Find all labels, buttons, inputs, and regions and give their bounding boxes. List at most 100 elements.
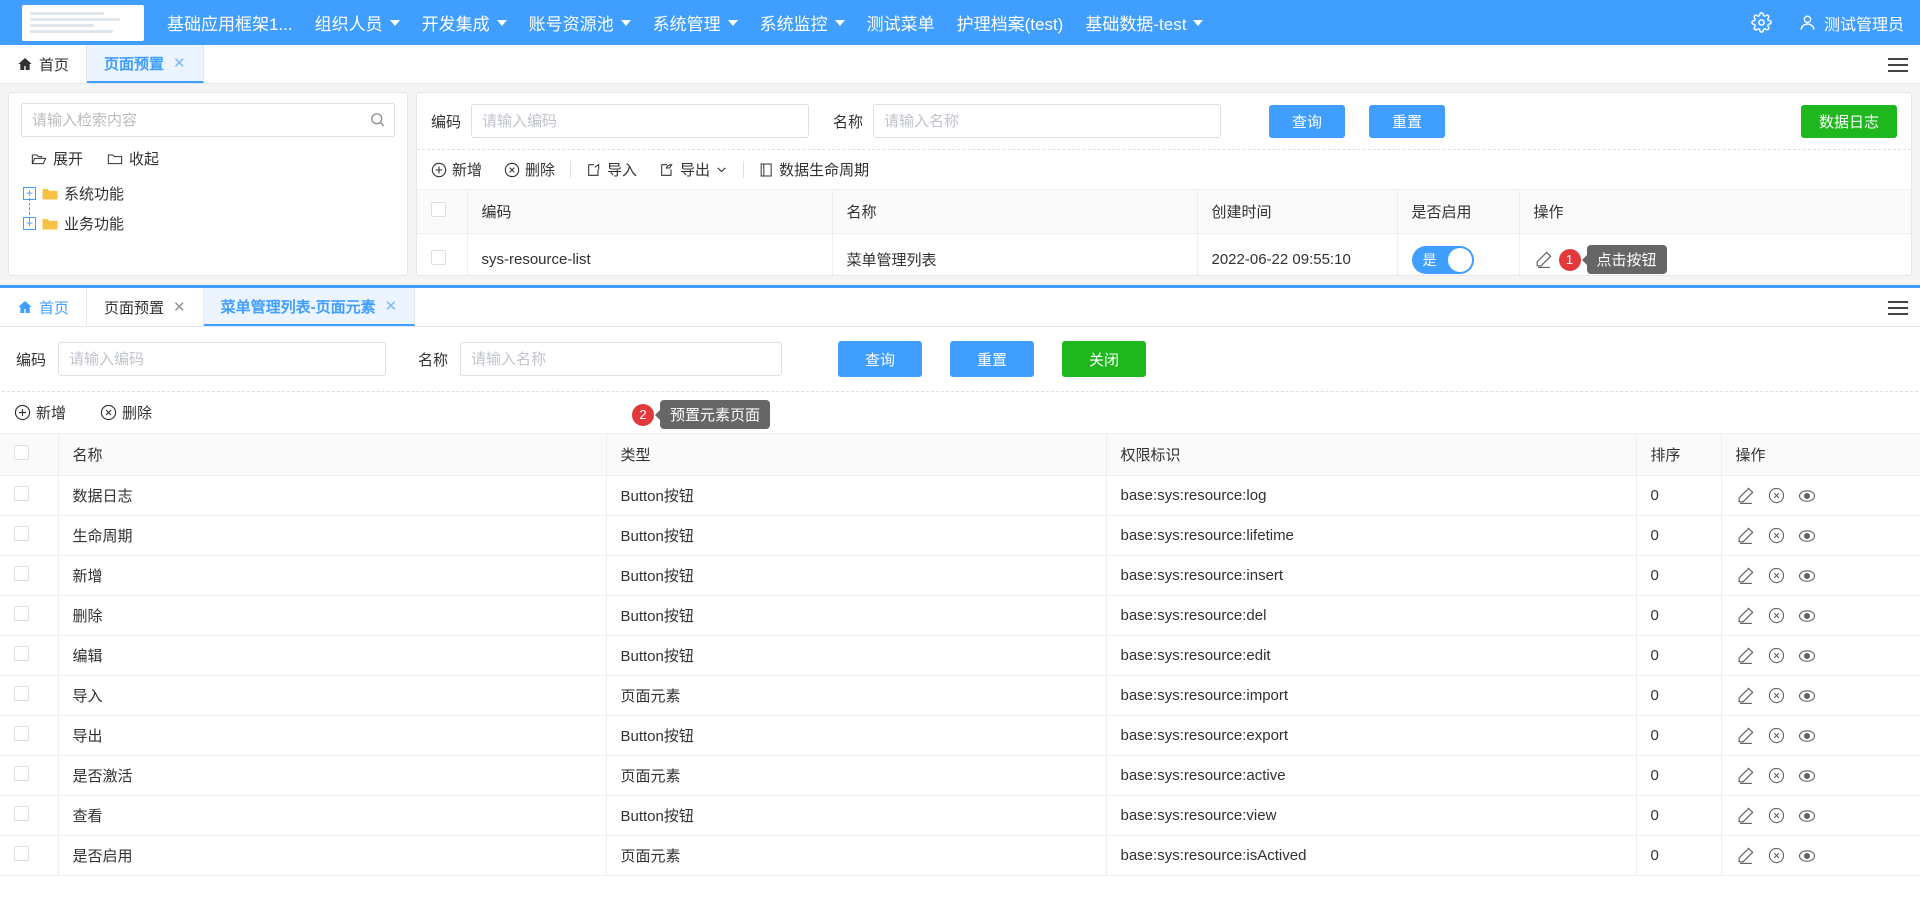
view-icon[interactable] [1798,727,1816,745]
close-icon[interactable]: ✕ [173,56,186,71]
edit-icon[interactable] [1736,806,1755,825]
tab-page-preset[interactable]: 页面预置 ✕ [87,45,204,83]
toolbar-import-button[interactable]: 导入 [575,159,648,180]
inner-query-button[interactable]: 查询 [838,341,922,377]
view-icon[interactable] [1798,527,1816,545]
inner-close-button[interactable]: 关闭 [1062,341,1146,377]
row-checkbox[interactable] [14,566,29,581]
table-row[interactable]: 导出Button按钮base:sys:resource:export0 [0,716,1920,756]
row-checkbox[interactable] [14,766,29,781]
tab-home[interactable]: 首页 [0,45,87,83]
edit-icon[interactable] [1736,566,1755,585]
toolbar-export-button[interactable]: 导出 [648,159,739,180]
gear-icon[interactable] [1751,12,1772,33]
inner-toolbar-delete-button[interactable]: 删除 [89,402,163,423]
table-row[interactable]: 是否启用页面元素base:sys:resource:isActived0 [0,836,1920,876]
edit-icon[interactable] [1736,526,1755,545]
row-checkbox[interactable] [14,646,29,661]
delete-icon[interactable] [1768,607,1785,624]
view-icon[interactable] [1798,487,1816,505]
inner-filter-code-input[interactable] [58,342,386,376]
nav-item-app[interactable]: 基础应用框架1... [156,0,304,45]
delete-icon[interactable] [1768,687,1785,704]
outer-tabs-menu-button[interactable] [1876,45,1920,84]
inner-tab-home[interactable]: 首页 [0,288,87,326]
nav-item-nursing-file[interactable]: 护理档案(test) [946,0,1075,45]
delete-icon[interactable] [1768,567,1785,584]
view-icon[interactable] [1798,567,1816,585]
table-row[interactable]: 导入页面元素base:sys:resource:import0 [0,676,1920,716]
nav-item-system-monitor[interactable]: 系统监控 [749,0,856,45]
delete-icon[interactable] [1768,807,1785,824]
select-all-checkbox[interactable] [14,445,29,460]
view-icon[interactable] [1798,847,1816,865]
filter-name-input[interactable] [873,104,1221,138]
enabled-toggle[interactable]: 是 [1412,246,1474,274]
nav-item-org[interactable]: 组织人员 [304,0,411,45]
tree-collapse-all-button[interactable]: 收起 [107,148,159,169]
edit-icon[interactable] [1736,486,1755,505]
delete-icon[interactable] [1768,647,1785,664]
inner-tab-page-preset[interactable]: 页面预置 ✕ [87,288,204,326]
inner-toolbar-add-button[interactable]: 新增 [14,402,77,423]
tree-node-business-function[interactable]: + 业务功能 [23,208,395,238]
edit-icon[interactable] [1534,250,1553,269]
query-button[interactable]: 查询 [1269,105,1345,138]
nav-item-dev[interactable]: 开发集成 [411,0,518,45]
table-row[interactable]: 删除Button按钮base:sys:resource:del0 [0,596,1920,636]
view-icon[interactable] [1798,647,1816,665]
brand-logo[interactable] [22,5,144,41]
nav-item-system-mgmt[interactable]: 系统管理 [642,0,749,45]
edit-icon[interactable] [1736,766,1755,785]
row-checkbox[interactable] [14,726,29,741]
delete-icon[interactable] [1768,527,1785,544]
row-checkbox[interactable] [14,606,29,621]
view-icon[interactable] [1798,687,1816,705]
select-all-checkbox[interactable] [431,202,446,217]
delete-icon[interactable] [1768,487,1785,504]
delete-icon[interactable] [1768,847,1785,864]
edit-icon[interactable] [1736,686,1755,705]
table-row[interactable]: sys-resource-list 菜单管理列表 2022-06-22 09:5… [417,234,1911,277]
nav-item-basic-data-test[interactable]: 基础数据-test [1074,0,1214,45]
toolbar-data-lifecycle-button[interactable]: 数据生命周期 [748,159,880,180]
table-row[interactable]: 查看Button按钮base:sys:resource:view0 [0,796,1920,836]
close-icon[interactable]: ✕ [385,299,398,314]
row-checkbox[interactable] [14,526,29,541]
view-icon[interactable] [1798,607,1816,625]
table-row[interactable]: 生命周期Button按钮base:sys:resource:lifetime0 [0,516,1920,556]
reset-button[interactable]: 重置 [1369,105,1445,138]
nav-item-test-menu[interactable]: 测试菜单 [856,0,946,45]
nav-item-account-pool[interactable]: 账号资源池 [518,0,642,45]
table-row[interactable]: 新增Button按钮base:sys:resource:insert0 [0,556,1920,596]
row-checkbox[interactable] [14,806,29,821]
row-checkbox[interactable] [431,250,446,265]
close-icon[interactable]: ✕ [173,300,186,315]
view-icon[interactable] [1798,807,1816,825]
tree-search-input[interactable] [21,103,395,137]
delete-icon[interactable] [1768,727,1785,744]
row-checkbox[interactable] [14,846,29,861]
delete-icon[interactable] [1768,767,1785,784]
inner-filter-name-input[interactable] [460,342,782,376]
row-checkbox[interactable] [14,686,29,701]
table-row[interactable]: 编辑Button按钮base:sys:resource:edit0 [0,636,1920,676]
table-row[interactable]: 是否激活页面元素base:sys:resource:active0 [0,756,1920,796]
view-icon[interactable] [1798,767,1816,785]
edit-icon[interactable] [1736,726,1755,745]
row-checkbox[interactable] [14,486,29,501]
edit-icon[interactable] [1736,846,1755,865]
table-row[interactable]: 数据日志Button按钮base:sys:resource:log0 [0,476,1920,516]
filter-code-input[interactable] [471,104,809,138]
search-icon[interactable] [369,111,386,128]
data-log-button[interactable]: 数据日志 [1801,105,1897,138]
inner-reset-button[interactable]: 重置 [950,341,1034,377]
tree-node-system-function[interactable]: + 系统功能 [23,178,395,208]
toolbar-delete-button[interactable]: 删除 [493,159,566,180]
inner-tabs-menu-button[interactable] [1876,288,1920,327]
tree-expand-all-button[interactable]: 展开 [31,148,83,169]
user-menu[interactable]: 测试管理员 [1798,11,1904,35]
edit-icon[interactable] [1736,606,1755,625]
inner-tab-menu-list-elements[interactable]: 菜单管理列表-页面元素 ✕ [204,288,416,326]
toolbar-add-button[interactable]: 新增 [431,159,493,180]
